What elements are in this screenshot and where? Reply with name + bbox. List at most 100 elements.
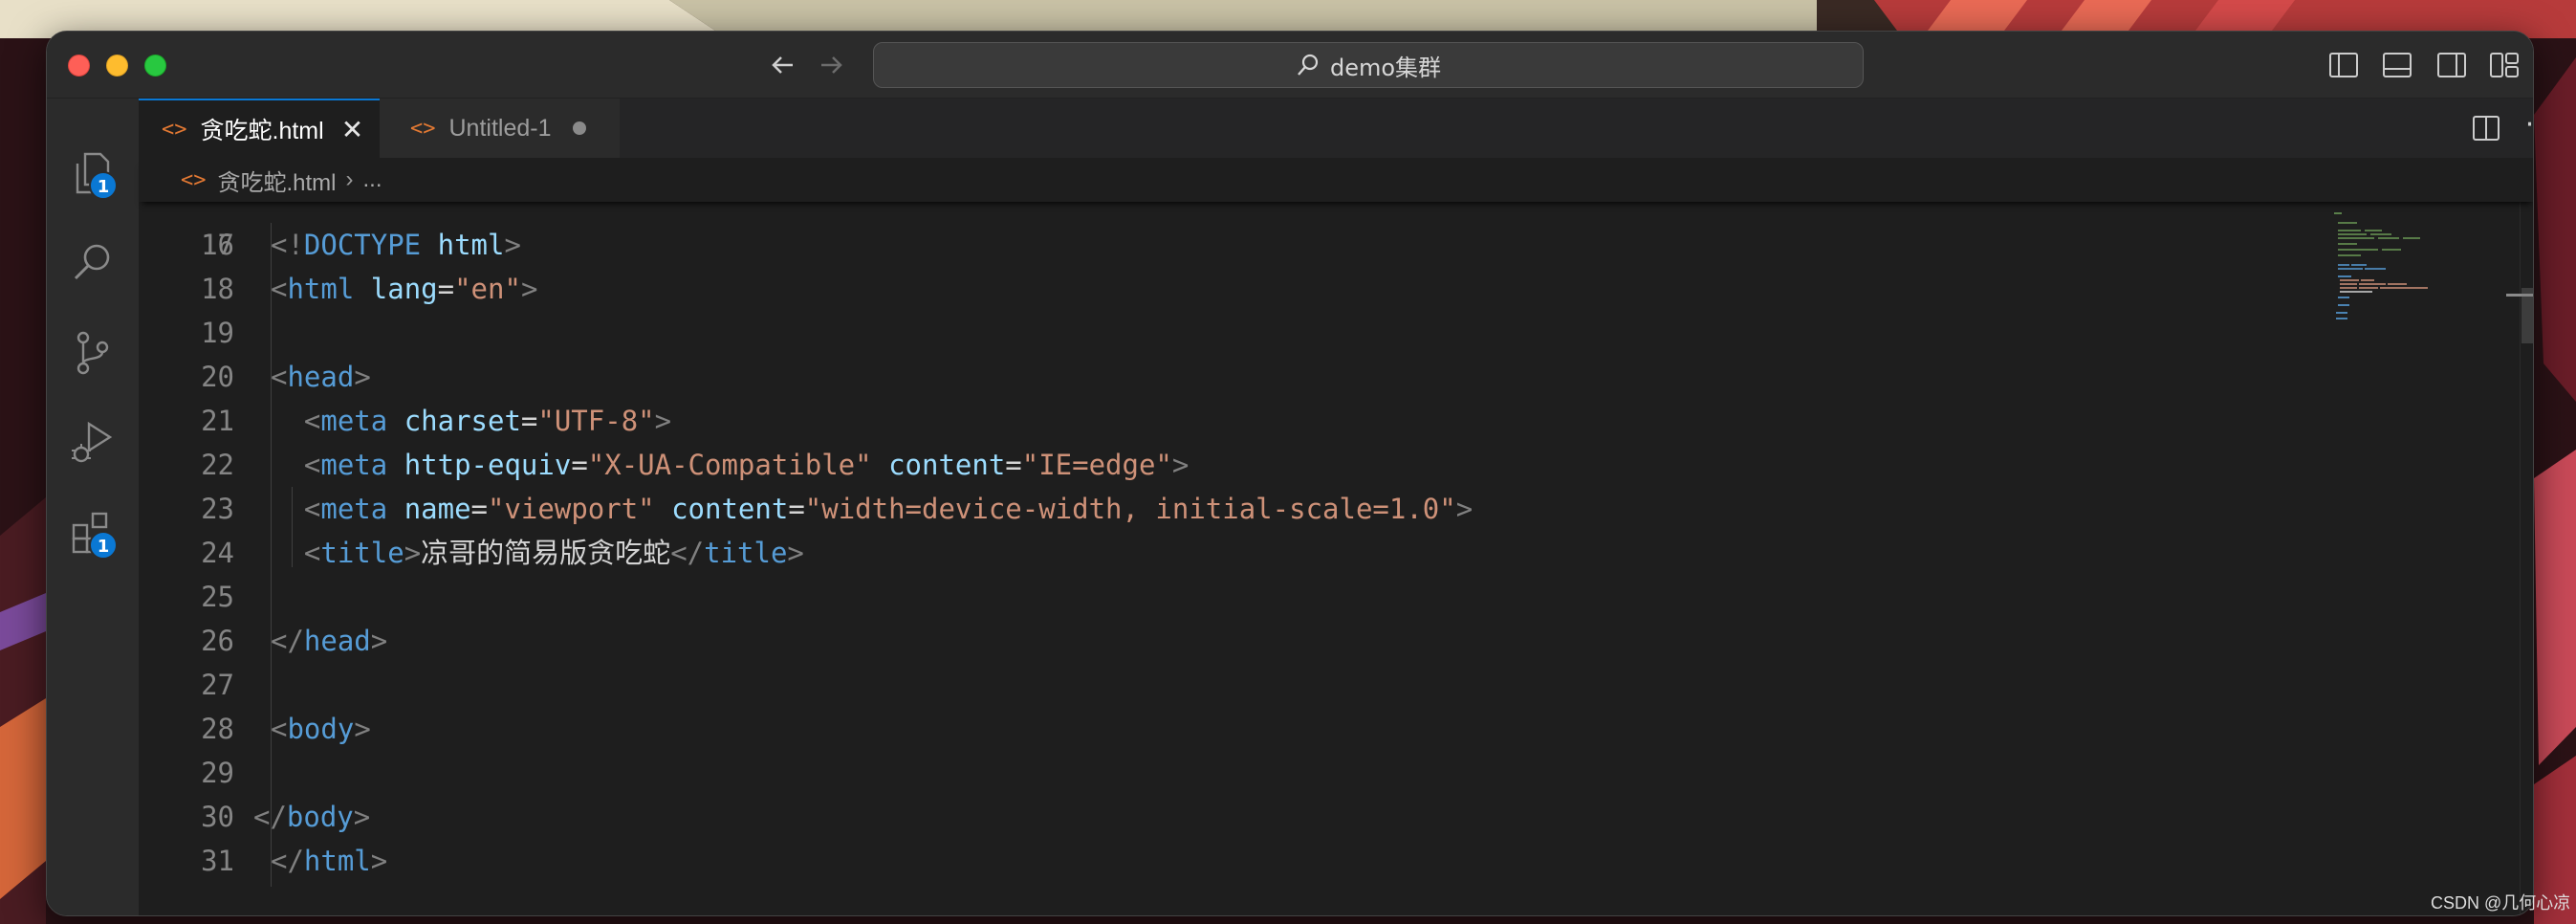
line-number: 22 [201, 449, 234, 481]
editor-tabs-bar: <> 贪吃蛇.html ✕ <> Untitled-1 ··· [139, 99, 2533, 158]
code-text: <meta http-equiv="X-UA-Compatible" conte… [271, 443, 1189, 487]
minimize-window-button[interactable] [106, 55, 128, 77]
code-token: > [504, 229, 521, 261]
code-line: 21 <meta charset="UTF-8"> [139, 399, 2290, 443]
source-control-button[interactable] [64, 324, 121, 382]
command-center-label: demo集群 [1329, 54, 1442, 81]
code-token: < [303, 493, 321, 525]
tab-label: Untitled-1 [448, 114, 552, 142]
code-token: "en" [454, 273, 521, 305]
tab-label: 贪吃蛇.html [200, 118, 324, 144]
code-text: <meta charset="UTF-8"> [271, 399, 671, 443]
code-token: "width=device-width, initial-scale=1.0" [804, 493, 1456, 525]
line-number: 28 [201, 713, 234, 745]
source-control-icon [76, 331, 109, 375]
code-token: 凉哥的简易版贪吃蛇 [421, 537, 671, 569]
search-icon [1298, 54, 1319, 76]
split-editor-icon[interactable] [2470, 112, 2502, 144]
code-text: </head> [271, 619, 387, 663]
code-token: html [437, 229, 505, 261]
code-token: > [354, 361, 371, 393]
code-token: = [1005, 449, 1022, 481]
line-number: 31 [201, 845, 234, 877]
back-arrow-icon[interactable] [764, 47, 802, 83]
line-number: 19 [201, 317, 234, 349]
toggle-primary-sidebar-icon[interactable] [2326, 49, 2361, 81]
code-line: 28 <body> [139, 707, 2290, 751]
code-token: body [286, 801, 354, 833]
toggle-secondary-sidebar-icon[interactable] [2434, 49, 2469, 81]
code-token: content [671, 493, 789, 525]
code-text: <meta name="viewport" content="width=dev… [271, 487, 1473, 531]
code-token: = [470, 493, 489, 525]
code-token: "viewport" [488, 493, 655, 525]
scrollbar-thumb[interactable] [2521, 288, 2533, 343]
customize-layout-icon[interactable] [2487, 49, 2521, 81]
breadcrumb-file[interactable]: 贪吃蛇.html [218, 164, 337, 197]
code-text: <!DOCTYPE html> [271, 223, 521, 267]
line-number: 18 [201, 273, 234, 305]
code-token: http-equiv [404, 449, 572, 481]
code-token: > [354, 713, 371, 745]
line-number: 21 [201, 405, 234, 437]
code-line: 22 <meta http-equiv="X-UA-Compatible" co… [139, 443, 2290, 487]
indent-guide [271, 223, 272, 887]
unsaved-dot-icon[interactable] [572, 121, 586, 135]
code-token: content [888, 449, 1006, 481]
more-actions-icon[interactable]: ··· [2520, 106, 2533, 144]
line-number: 24 [201, 537, 234, 569]
code-token: > [1455, 493, 1474, 525]
code-token: name [404, 493, 471, 525]
search-view-button[interactable] [64, 234, 121, 292]
explorer-badge: 1 [89, 171, 118, 200]
maximize-window-button[interactable] [144, 55, 166, 77]
minimap[interactable] [2328, 202, 2520, 355]
code-token: meta [320, 449, 388, 481]
title-bar: demo集群 [47, 32, 2533, 99]
code-line: 24 <title>凉哥的简易版贪吃蛇</title> [139, 531, 2290, 575]
breadcrumb-symbol[interactable]: ... [363, 166, 382, 193]
code-token: html [303, 845, 371, 877]
code-token: "UTF-8" [537, 405, 655, 437]
code-text: <title>凉哥的简易版贪吃蛇</title> [271, 531, 804, 575]
code-line: 17 <!DOCTYPE html> [139, 223, 2290, 267]
close-tab-icon[interactable]: ✕ [341, 114, 363, 145]
explorer-button[interactable]: 1 [64, 144, 121, 202]
code-text: </html> [271, 839, 387, 883]
code-line: 26 </head> [139, 619, 2290, 663]
watermark: CSDN @几何心凉 [2431, 893, 2571, 913]
command-center-search[interactable]: demo集群 [873, 42, 1864, 88]
search-icon [74, 244, 110, 280]
code-token: meta [320, 405, 388, 437]
code-token: head [287, 361, 355, 393]
code-text: <body> [271, 707, 371, 751]
code-token: < [303, 449, 321, 481]
line-number: 17 [201, 229, 234, 261]
close-window-button[interactable] [68, 55, 90, 77]
extensions-button[interactable]: 1 [64, 504, 121, 561]
toggle-panel-icon[interactable] [2380, 49, 2414, 81]
code-token: title [320, 537, 404, 569]
code-token: < [271, 273, 288, 305]
line-number: 30 [201, 801, 234, 833]
code-token: > [1171, 449, 1190, 481]
code-token: </ [271, 845, 304, 877]
vscode-window: demo集群 1 1 <> 贪吃蛇.html ✕ <> Untitled-1 ·… [46, 31, 2534, 916]
code-editor[interactable]: 16 17 <!DOCTYPE html> 18 <html lang="en"> 19… [139, 202, 2533, 915]
tab-untitled-1[interactable]: <> Untitled-1 [380, 99, 621, 158]
code-token: lang [370, 273, 438, 305]
tab-snake-html[interactable]: <> 贪吃蛇.html ✕ [139, 99, 380, 158]
code-token: = [437, 273, 455, 305]
code-token: > [353, 801, 371, 833]
forward-arrow-icon[interactable] [812, 47, 850, 83]
run-and-debug-button[interactable] [64, 414, 121, 472]
code-token: < [303, 405, 321, 437]
line-number: 23 [201, 493, 234, 525]
